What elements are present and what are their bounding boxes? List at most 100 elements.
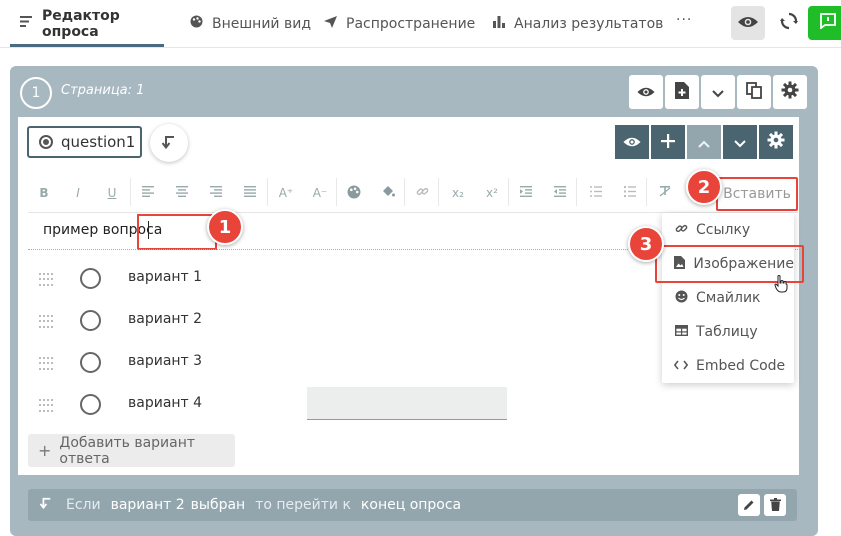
text-color-button[interactable] (344, 182, 364, 204)
menu-item-table[interactable]: Таблицу (662, 315, 794, 349)
clear-format-button[interactable] (655, 182, 675, 204)
question-move-up-button[interactable] (687, 125, 721, 159)
add-choice-button[interactable]: + Добавить вариант ответа (28, 434, 235, 467)
align-left-button[interactable] (138, 182, 158, 204)
outdent-button[interactable] (550, 182, 570, 204)
choice-label[interactable]: вариант 3 (128, 353, 202, 369)
question-add-button[interactable] (651, 125, 685, 159)
eye-icon (637, 83, 655, 102)
chevron-down-icon (712, 83, 724, 102)
choice-radio[interactable] (80, 352, 101, 373)
chevron-down-icon (734, 133, 746, 152)
logic-delete-button[interactable] (764, 494, 786, 516)
more-menu-button[interactable]: ··· (676, 12, 692, 28)
tab-analytics[interactable]: Анализ результатов (493, 0, 663, 47)
tab-distribution[interactable]: Распространение (324, 0, 475, 47)
question-settings-button[interactable] (759, 125, 793, 159)
underline-button[interactable]: U (102, 182, 122, 204)
question-move-down-button[interactable] (723, 125, 757, 159)
tab-label: Распространение (346, 15, 476, 32)
drag-handle-icon[interactable] (39, 357, 53, 371)
pencil-icon (743, 496, 755, 515)
choice-label[interactable]: вариант 2 (128, 311, 202, 327)
toolbar-divider (404, 178, 405, 206)
refresh-button[interactable] (778, 12, 800, 34)
other-input-placeholder[interactable] (307, 387, 507, 420)
tab-appearance[interactable]: Внешний вид (190, 0, 311, 47)
logic-choice-value: вариант 2 (110, 497, 185, 513)
choice-label[interactable]: вариант 1 (128, 269, 202, 285)
toolbar-divider (267, 178, 268, 206)
bullet-list-icon (590, 186, 602, 200)
bar-chart-icon (493, 15, 505, 32)
align-justify-icon (244, 186, 256, 200)
question-name-field[interactable]: question1 (27, 126, 142, 158)
menu-item-label: Таблицу (696, 324, 758, 340)
eye-icon (738, 14, 758, 33)
increase-font-button[interactable]: A⁺ (276, 182, 296, 204)
question-preview-button[interactable] (615, 125, 649, 159)
edit-lines-icon (20, 16, 33, 31)
background-color-button[interactable] (378, 182, 398, 204)
tab-survey-editor[interactable]: Редактор опроса (10, 0, 164, 47)
logic-target-value: конец опроса (360, 497, 462, 513)
toolbar-divider (130, 178, 131, 206)
clear-format-icon (659, 186, 671, 200)
choice-radio[interactable] (80, 394, 101, 415)
plus-icon (661, 133, 675, 152)
menu-item-link[interactable]: Ссылку (662, 213, 794, 247)
align-justify-button[interactable] (240, 182, 260, 204)
choice-label[interactable]: вариант 4 (128, 395, 202, 411)
subscript-button[interactable]: x₂ (448, 182, 468, 204)
change-type-button[interactable] (150, 124, 188, 162)
menu-item-label: Ссылку (696, 222, 751, 238)
logic-edit-button[interactable] (738, 494, 760, 516)
decrease-font-button[interactable]: A⁻ (310, 182, 330, 204)
link-button[interactable] (412, 182, 432, 204)
bold-button[interactable]: B (34, 182, 54, 204)
numbered-list-button[interactable] (620, 182, 640, 204)
eye-icon (623, 133, 641, 152)
menu-item-label: Смайлик (696, 290, 761, 306)
insert-dropdown-button[interactable]: Вставить (716, 177, 798, 211)
bullet-list-button[interactable] (586, 182, 606, 204)
menu-item-label: Embed Code (696, 358, 786, 374)
preview-button[interactable] (731, 6, 765, 40)
page-preview-button[interactable] (629, 75, 663, 109)
skip-logic-bar[interactable]: Если вариант 2 выбран то перейти к конец… (28, 489, 797, 521)
align-left-icon (142, 186, 154, 200)
return-arrow-icon (39, 497, 52, 513)
annotation-badge-3: 3 (628, 226, 664, 262)
file-add-icon (675, 81, 689, 103)
add-choice-label: Добавить вариант ответа (59, 434, 196, 467)
page-title[interactable]: Страница: 1 (61, 83, 144, 98)
drag-handle-icon[interactable] (39, 273, 53, 287)
numbered-list-icon (624, 186, 636, 200)
link-icon (416, 185, 429, 201)
italic-button[interactable]: I (68, 182, 88, 204)
page-duplicate-button[interactable] (737, 75, 771, 109)
choice-radio[interactable] (80, 310, 101, 331)
tab-label: Внешний вид (212, 15, 312, 32)
menu-item-embed-code[interactable]: Embed Code (662, 349, 794, 383)
toolbar-divider (576, 178, 577, 206)
page-add-question-button[interactable] (665, 75, 699, 109)
tab-label: Анализ результатов (514, 15, 664, 32)
feedback-button[interactable] (808, 6, 841, 40)
page-collapse-button[interactable] (701, 75, 735, 109)
indent-button[interactable] (516, 182, 536, 204)
send-icon (324, 15, 337, 32)
annotation-badge-2: 2 (686, 169, 722, 205)
choice-radio[interactable] (80, 268, 101, 289)
indent-icon (520, 186, 532, 200)
drag-handle-icon[interactable] (39, 315, 53, 329)
superscript-button[interactable]: x² (482, 182, 502, 204)
smiley-icon (674, 290, 688, 306)
chevron-up-icon (698, 133, 710, 152)
page-settings-button[interactable] (773, 75, 807, 109)
toolbar-divider (646, 178, 647, 206)
align-right-button[interactable] (206, 182, 226, 204)
align-center-button[interactable] (172, 182, 192, 204)
drag-handle-icon[interactable] (39, 399, 53, 413)
logic-if-label: Если (66, 497, 101, 513)
